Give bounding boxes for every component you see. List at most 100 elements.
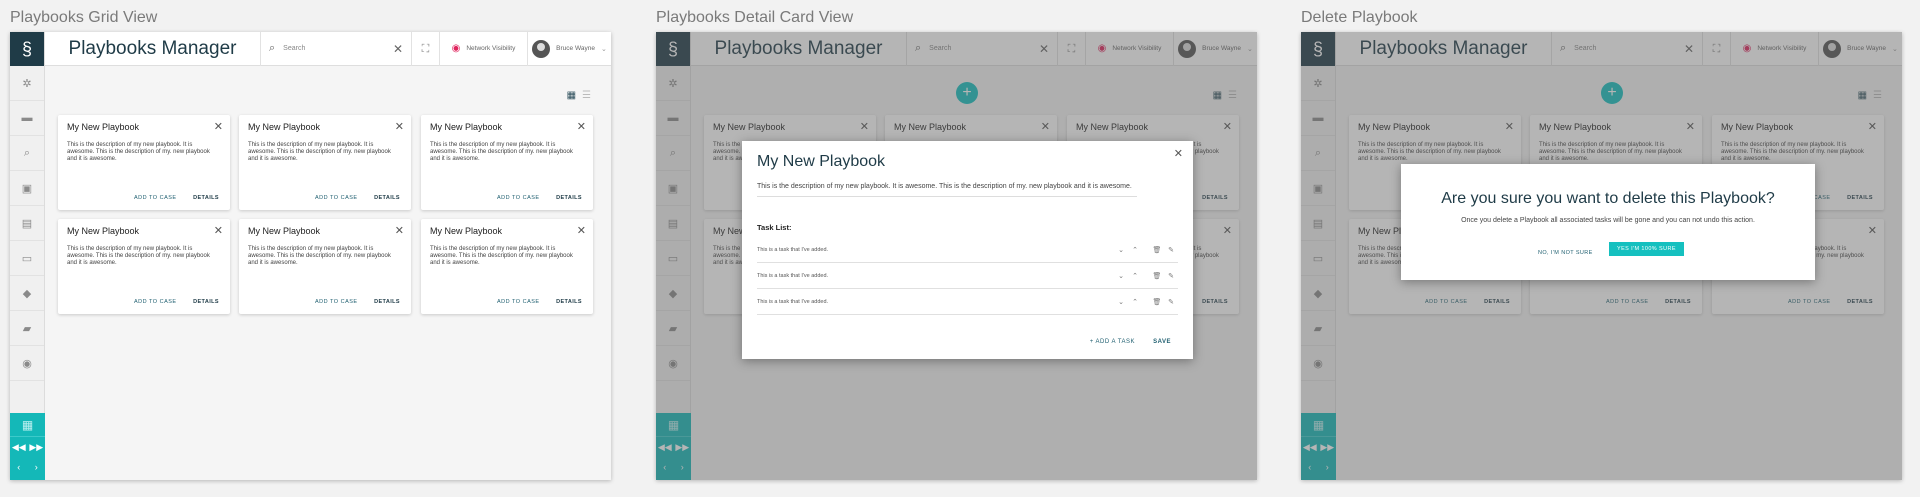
app-screen: § ✲ ▬ ⌕ ▣ ▤ ▭ ◆ ▰ ◉ ▦ ◀◀ ▶▶ ‹ › Playbooks Manager ⌕ Searc… (1301, 32, 1902, 480)
rewind-icon[interactable]: ◀◀ (12, 442, 26, 453)
sidebar-search-icon[interactable]: ⌕ (10, 136, 44, 171)
card-description: This is the description of my new playbo… (430, 142, 573, 162)
dialog-message: Once you delete a Playbook all associate… (1461, 217, 1755, 224)
close-icon[interactable]: ✕ (214, 120, 223, 133)
add-to-case-button[interactable]: ADD TO CASE (315, 195, 358, 201)
list-view-icon[interactable]: ☰ (582, 90, 591, 101)
playbook-card[interactable]: My New Playbook ✕ This is the description … (58, 219, 230, 314)
move-up-icon[interactable]: ⌃ (1128, 298, 1142, 306)
user-name: Bruce Wayne (556, 45, 595, 52)
keyboard-icon[interactable]: ▦ (10, 413, 45, 437)
card-title: My New Playbook (248, 226, 321, 236)
app-screen: § ✲ ▬ ⌕ ▣ ▤ ▭ ◆ ▰ ◉ ▦ ◀◀ ▶▶ ‹ › Playbooks Manager ⌕ Searc… (656, 32, 1257, 480)
playbook-detail-dialog: My New Playbook ✕ This is the description … (742, 141, 1193, 359)
move-down-icon[interactable]: ⌄ (1114, 298, 1128, 306)
sidebar-footer: ▦ ◀◀ ▶▶ ‹ › (10, 413, 45, 480)
edit-icon[interactable]: ✎ (1164, 272, 1178, 280)
playbook-card[interactable]: My New Playbook ✕ This is the description … (239, 115, 411, 210)
close-icon[interactable]: ✕ (393, 42, 403, 56)
close-icon[interactable]: ✕ (577, 224, 586, 237)
playbook-card[interactable]: My New Playbook ✕ This is the description … (421, 219, 593, 314)
card-description: This is the description of my new playbo… (67, 246, 210, 266)
move-down-icon[interactable]: ⌄ (1114, 272, 1128, 280)
add-task-button[interactable]: + ADD A TASK (1090, 339, 1135, 345)
edit-icon[interactable]: ✎ (1164, 246, 1178, 254)
add-to-case-button[interactable]: ADD TO CASE (497, 195, 540, 201)
playbook-card[interactable]: My New Playbook ✕ This is the description … (239, 219, 411, 314)
save-button[interactable]: SAVE (1153, 339, 1171, 345)
top-bar: Playbooks Manager ⌕ Search ✕ ⛶ ◉ Network Visib… (45, 32, 611, 66)
close-icon[interactable]: ✕ (395, 224, 404, 237)
avatar (532, 39, 551, 58)
card-title: My New Playbook (67, 122, 140, 132)
sidebar-cards-icon[interactable]: ▬ (10, 101, 44, 136)
details-button[interactable]: DETAILS (193, 195, 219, 201)
details-button[interactable]: DETAILS (556, 195, 582, 201)
network-visibility-toggle[interactable]: ◉ Network Visibility (440, 32, 528, 66)
delete-icon[interactable]: 🗑 (1150, 272, 1164, 280)
expand-icon[interactable]: ⛶ (412, 32, 440, 66)
sidebar-dashboard-icon[interactable]: ✲ (10, 66, 44, 101)
dialog-title: My New Playbook (757, 153, 886, 170)
close-icon[interactable]: ✕ (214, 224, 223, 237)
sidebar-grid-icon[interactable]: ▣ (10, 171, 44, 206)
panel-title: Delete Playbook (1301, 9, 1418, 26)
task-list-label: Task List: (757, 223, 792, 232)
grid-view-icon[interactable]: ▦ (567, 90, 576, 101)
card-description: This is the description of my new playbo… (248, 246, 391, 266)
sidebar-folder-icon[interactable]: ▰ (10, 311, 44, 346)
playbook-card[interactable]: My New Playbook ✕ This is the description … (421, 115, 593, 210)
card-title: My New Playbook (430, 226, 503, 236)
move-up-icon[interactable]: ⌃ (1128, 246, 1142, 254)
move-up-icon[interactable]: ⌃ (1128, 272, 1142, 280)
dragon-logo-icon[interactable]: § (10, 32, 44, 66)
task-text: This is a task that I've added. (757, 246, 829, 253)
delete-icon[interactable]: 🗑 (1150, 298, 1164, 306)
add-to-case-button[interactable]: ADD TO CASE (134, 299, 177, 305)
add-to-case-button[interactable]: ADD TO CASE (497, 299, 540, 305)
task-row: This is a task that I've added. ⌄ ⌃ 🗑 ✎ (757, 289, 1178, 315)
card-description: This is the description of my new playbo… (248, 142, 391, 162)
network-visibility-label: Network Visibility (466, 45, 516, 52)
sidebar-report-icon[interactable]: ▤ (10, 206, 44, 241)
add-to-case-button[interactable]: ADD TO CASE (315, 299, 358, 305)
confirm-delete-button[interactable]: YES I'M 100% SURE (1609, 242, 1684, 256)
details-button[interactable]: DETAILS (556, 299, 582, 305)
card-title: My New Playbook (248, 122, 321, 132)
view-toggle: ▦ ☰ (567, 90, 591, 101)
task-row: This is a task that I've added. ⌄ ⌃ 🗑 ✎ (757, 263, 1178, 289)
cancel-button[interactable]: NO, I'M NOT SURE (1538, 246, 1593, 260)
sidebar-diamond-icon[interactable]: ◆ (10, 276, 44, 311)
prev-icon[interactable]: ‹ (17, 462, 20, 472)
delete-icon[interactable]: 🗑 (1150, 246, 1164, 254)
card-title: My New Playbook (67, 226, 140, 236)
close-icon[interactable]: ✕ (577, 120, 586, 133)
user-menu[interactable]: Bruce Wayne ⌄ (528, 39, 611, 58)
chevron-down-icon: ⌄ (600, 45, 607, 53)
edit-icon[interactable]: ✎ (1164, 298, 1178, 306)
task-text: This is a task that I've added. (757, 272, 829, 279)
search-icon: ⌕ (269, 42, 276, 54)
panel-title: Playbooks Detail Card View (656, 9, 854, 26)
sidebar: § ✲ ▬ ⌕ ▣ ▤ ▭ ◆ ▰ ◉ ▦ ◀◀ ▶▶ ‹ › (10, 32, 45, 480)
playbook-card[interactable]: My New Playbook ✕ This is the description … (58, 115, 230, 210)
task-row: This is a task that I've added. ⌄ ⌃ 🗑 ✎ (757, 237, 1178, 263)
delete-confirm-dialog: Are you sure you want to delete this Pla… (1401, 164, 1815, 280)
search-placeholder: Search (283, 45, 306, 52)
details-button[interactable]: DETAILS (193, 299, 219, 305)
sidebar-database-icon[interactable]: ◉ (10, 346, 44, 381)
close-icon[interactable]: ✕ (395, 120, 404, 133)
details-button[interactable]: DETAILS (374, 299, 400, 305)
sidebar-chat-icon[interactable]: ▭ (10, 241, 44, 276)
move-down-icon[interactable]: ⌄ (1114, 246, 1128, 254)
fast-forward-icon[interactable]: ▶▶ (29, 442, 43, 453)
card-title: My New Playbook (430, 122, 503, 132)
dialog-title: Are you sure you want to delete this Pla… (1441, 190, 1775, 207)
app-screen: § ✲ ▬ ⌕ ▣ ▤ ▭ ◆ ▰ ◉ ▦ ◀◀ ▶▶ ‹ › Playbooks Manager ⌕ Searc… (10, 32, 611, 480)
details-button[interactable]: DETAILS (374, 195, 400, 201)
add-to-case-button[interactable]: ADD TO CASE (134, 195, 177, 201)
close-icon[interactable]: ✕ (1174, 147, 1183, 160)
app-title: Playbooks Manager (68, 37, 237, 59)
next-icon[interactable]: › (35, 462, 38, 472)
search-input[interactable]: ⌕ Search ✕ (260, 32, 412, 66)
